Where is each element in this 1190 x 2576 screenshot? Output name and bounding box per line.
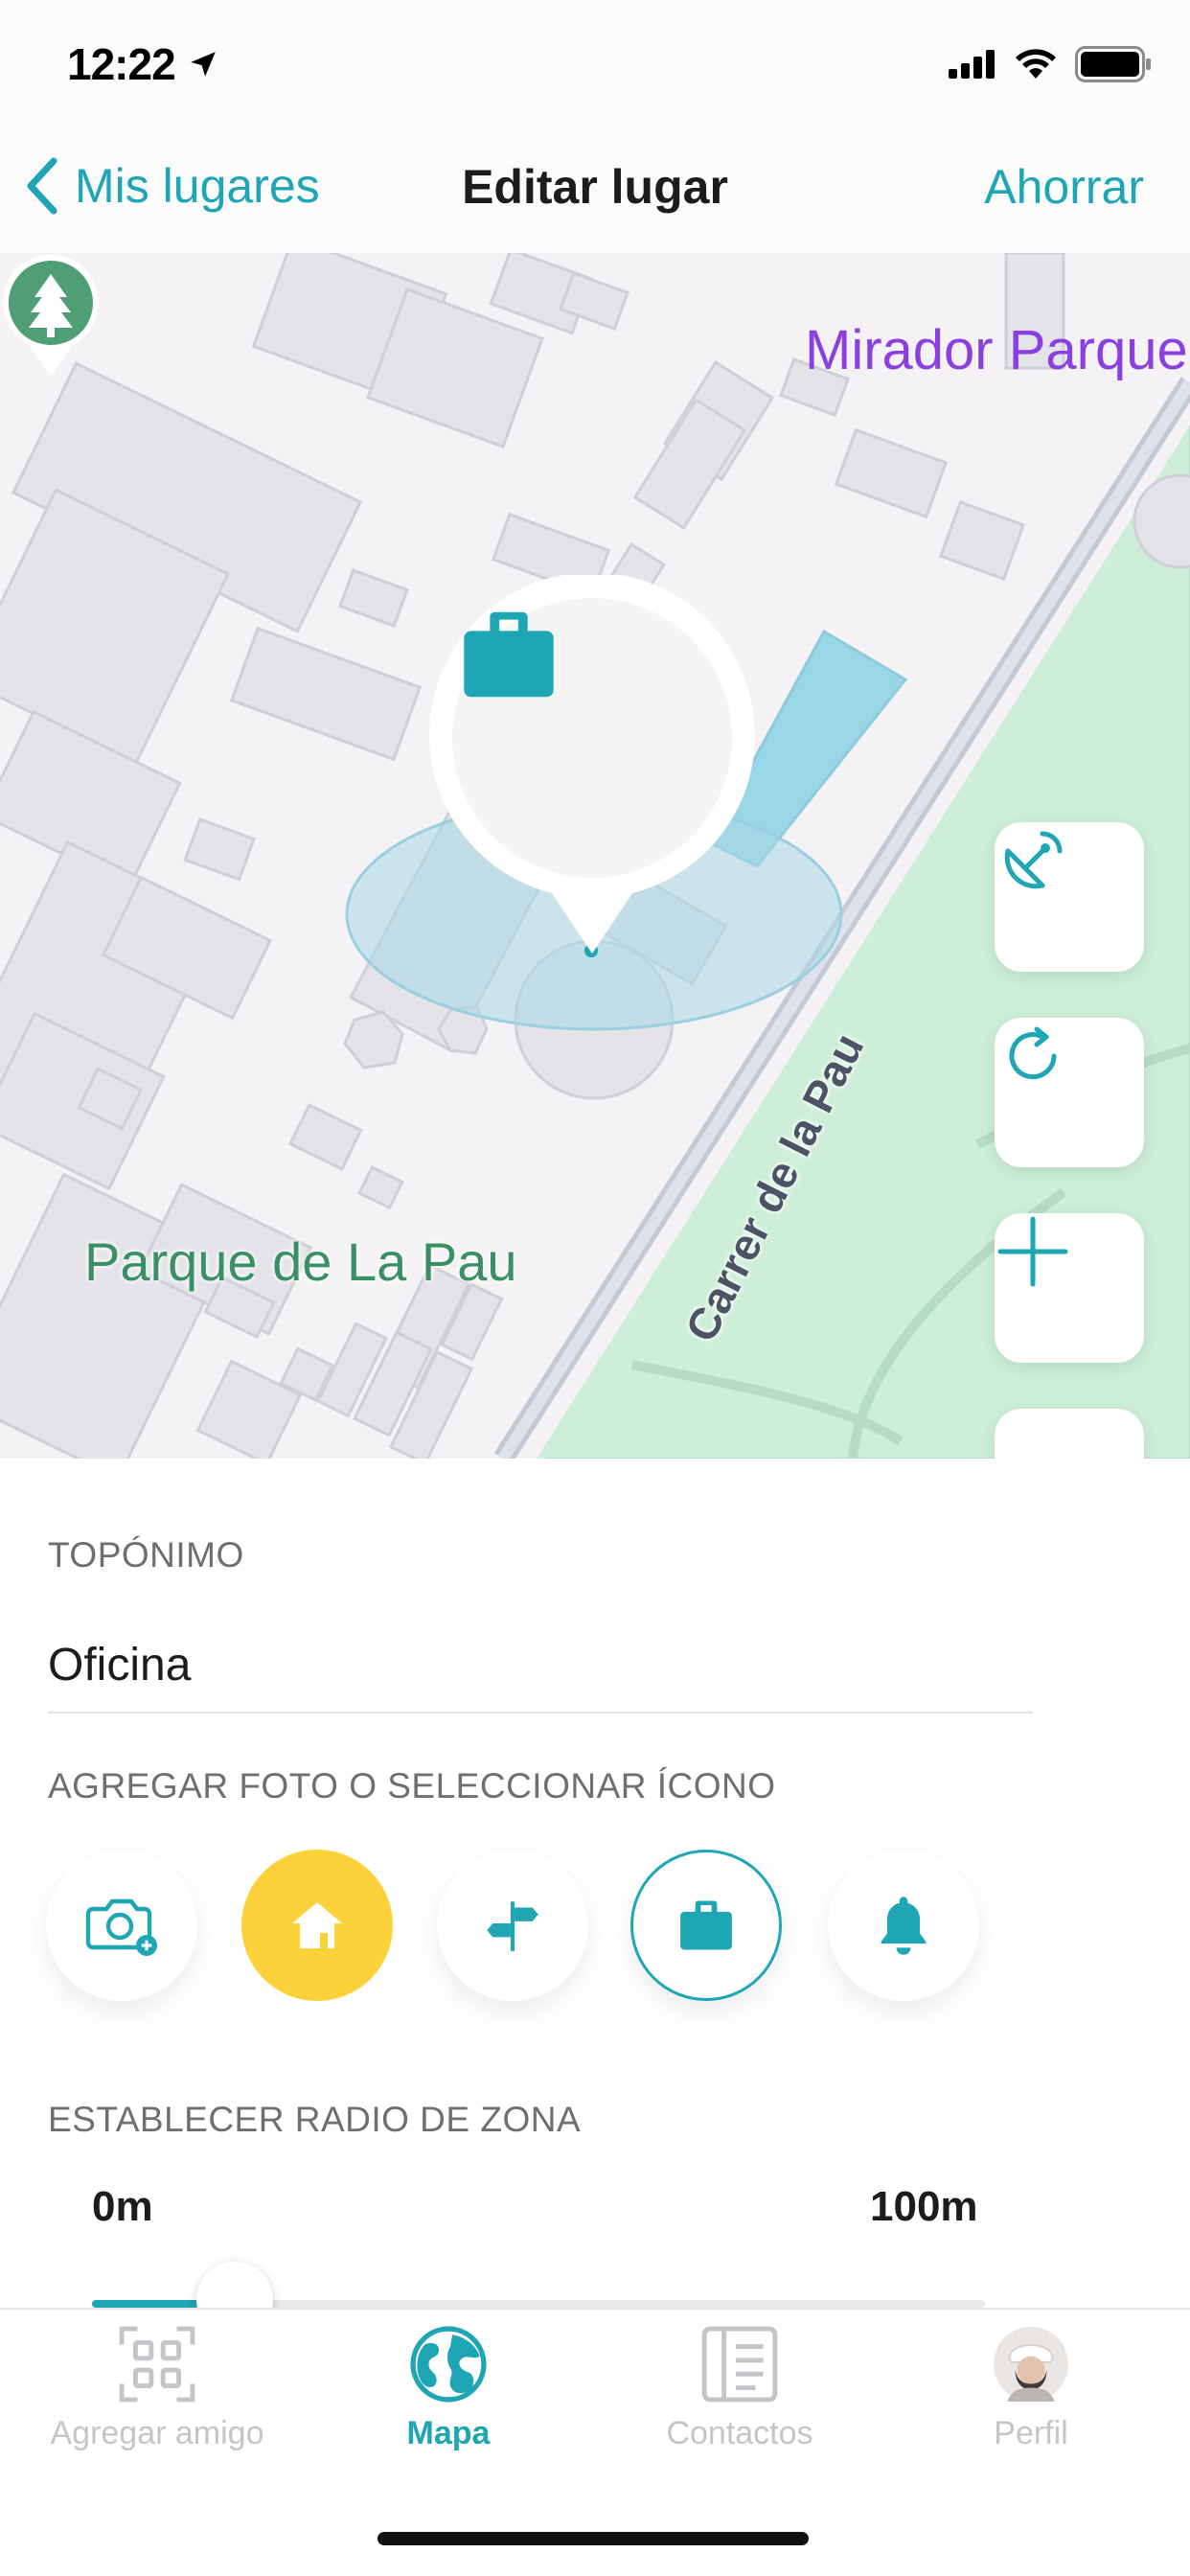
zoom-in-button[interactable] <box>995 1213 1144 1363</box>
tab-label: Perfil <box>994 2415 1068 2451</box>
home-indicator <box>378 2532 809 2545</box>
map-view[interactable]: Mirador Parque Carrer de la Pau Parque d… <box>0 253 1190 1459</box>
park-tree-icon[interactable] <box>0 253 102 378</box>
map-park-label[interactable]: Parque de La Pau <box>84 1230 516 1293</box>
wifi-icon <box>1016 49 1056 79</box>
satellite-view-button[interactable] <box>995 822 1144 972</box>
status-bar: 12:22 <box>0 0 1190 126</box>
briefcase-icon <box>680 1900 732 1950</box>
battery-icon <box>1075 46 1151 82</box>
tab-label: Contactos <box>666 2415 813 2451</box>
place-marker[interactable] <box>429 575 755 978</box>
tab-label: Mapa <box>406 2415 491 2451</box>
status-indicators <box>949 46 1152 82</box>
satellite-icon <box>1004 831 1063 889</box>
home-icon <box>292 1902 342 1948</box>
tab-profile[interactable]: Perfil <box>906 2325 1156 2452</box>
bell-icon <box>881 1897 927 1955</box>
place-marker-face <box>452 598 732 878</box>
radius-section-label: ESTABLECER RADIO DE ZONA <box>48 2100 582 2139</box>
radius-min-label: 0m <box>92 2183 153 2230</box>
avatar <box>994 2327 1068 2402</box>
globe-icon <box>410 2326 487 2403</box>
briefcase-icon <box>464 611 554 698</box>
icon-section-label: AGREGAR FOTO O SELECCIONAR ÍCONO <box>48 1766 776 1806</box>
add-photo-icon <box>85 1898 157 1956</box>
map-poi-label[interactable]: Mirador Parque <box>805 318 1188 382</box>
icon-option-home[interactable] <box>241 1850 393 2001</box>
save-button[interactable]: Ahorrar <box>984 159 1144 215</box>
add-photo-button[interactable] <box>46 1850 197 2001</box>
icon-option-briefcase[interactable] <box>630 1850 782 2001</box>
tab-map[interactable]: Mapa <box>324 2325 573 2452</box>
icon-option-bell[interactable] <box>828 1850 979 2001</box>
refresh-icon <box>1009 1026 1057 1080</box>
place-name-input[interactable] <box>48 1618 1033 1714</box>
qr-code-icon <box>119 2326 195 2403</box>
status-time: 12:22 <box>67 39 176 89</box>
cellular-signal-icon <box>949 50 995 79</box>
zoom-in-icon <box>997 1216 1068 1287</box>
icon-option-signpost[interactable] <box>437 1850 588 2001</box>
tab-label: Agregar amigo <box>50 2415 264 2451</box>
nav-bar: Mis lugares Editar lugar Ahorrar <box>0 126 1190 253</box>
zoom-out-button[interactable] <box>995 1409 1144 1459</box>
tab-contacts[interactable]: Contactos <box>615 2325 864 2452</box>
refresh-button[interactable] <box>995 1018 1144 1167</box>
signpost-icon <box>487 1901 538 1951</box>
contacts-list-icon <box>701 2326 778 2403</box>
radius-max-label: 100m <box>870 2183 978 2230</box>
tab-add-friend[interactable]: Agregar amigo <box>33 2325 282 2452</box>
name-section-label: TOPÓNIMO <box>48 1535 244 1575</box>
location-arrow-icon <box>191 52 216 77</box>
